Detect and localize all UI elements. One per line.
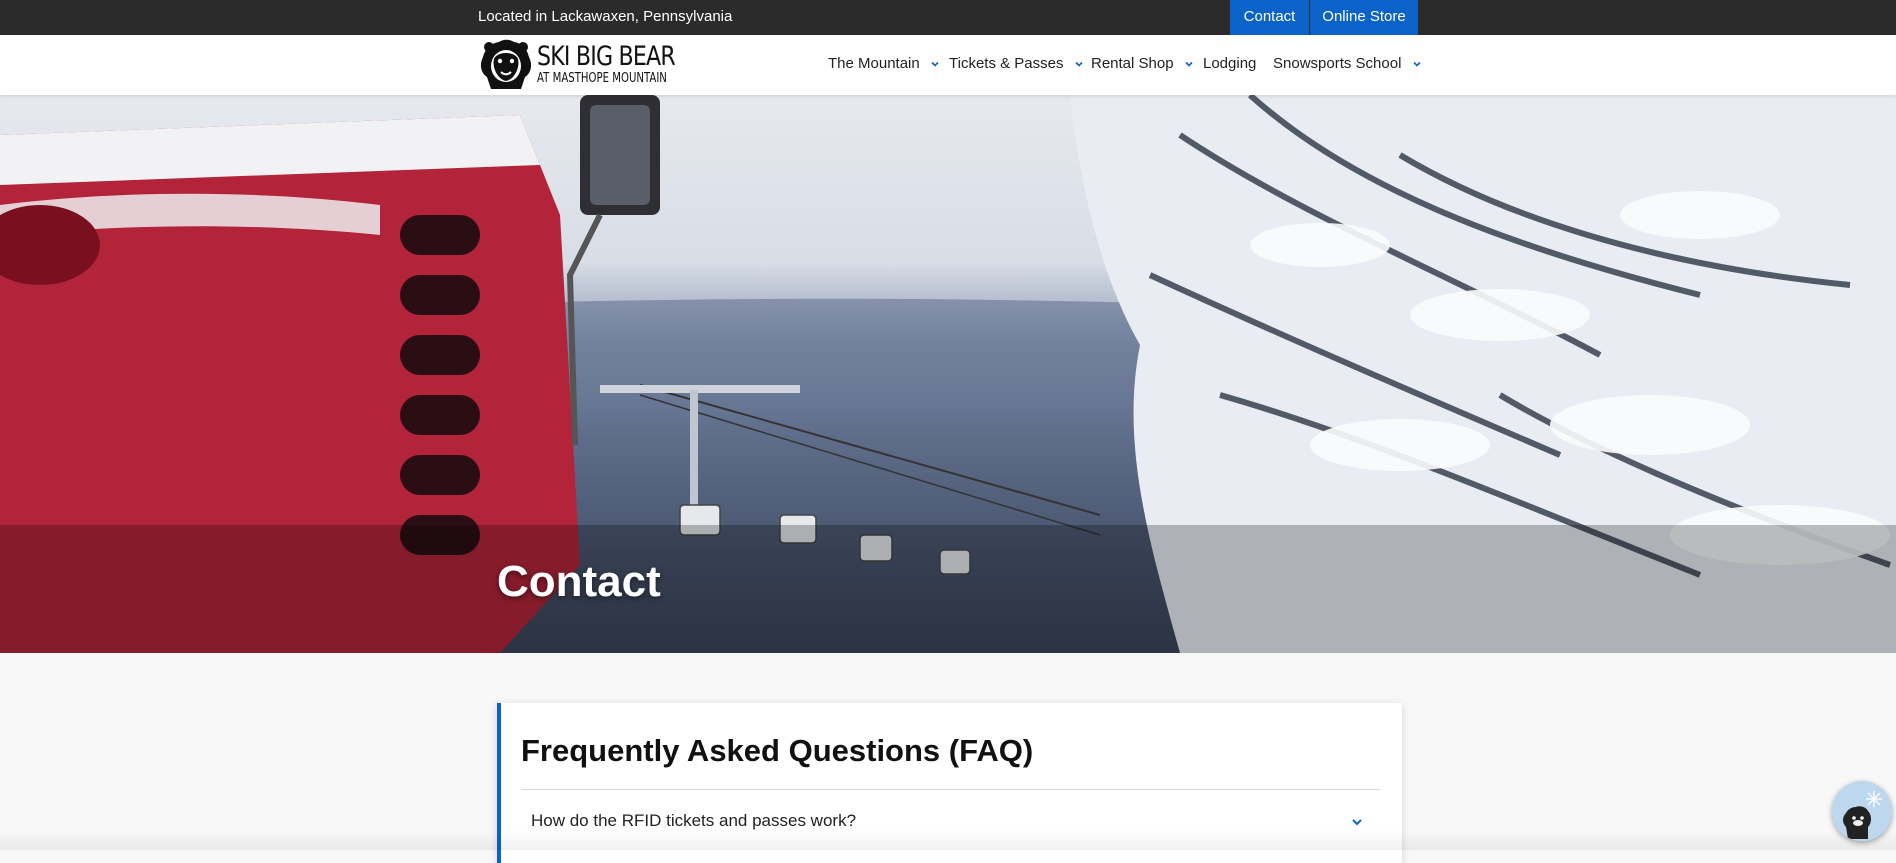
chat-widget-button[interactable]	[1832, 781, 1892, 841]
faq-item[interactable]: How do the RFID tickets and passes work?	[521, 803, 1380, 839]
nav-label: Lodging	[1203, 55, 1257, 72]
nav-item-snowsports-school[interactable]: Snowsports School	[1273, 35, 1422, 95]
chevron-down-icon	[1413, 61, 1421, 67]
chevron-down-icon	[1075, 61, 1083, 67]
top-bar: Located in Lackawaxen, Pennsylvania Cont…	[0, 0, 1896, 35]
nav-item-rental-shop[interactable]: Rental Shop	[1091, 35, 1194, 95]
location-text: Located in Lackawaxen, Pennsylvania	[478, 8, 733, 25]
nav-item-lodging[interactable]: Lodging	[1203, 35, 1256, 95]
nav-item-tickets-passes[interactable]: Tickets & Passes	[949, 35, 1084, 95]
nav-label: Rental Shop	[1091, 55, 1174, 72]
hero-banner: Contact	[0, 95, 1896, 653]
faq-question: How do the RFID tickets and passes work?	[531, 811, 857, 830]
site-logo[interactable]: SKI BIG BEAR AT MASTHOPE MOUNTAIN	[477, 39, 676, 91]
nav-item-the-mountain[interactable]: The Mountain	[828, 35, 940, 95]
nav-label: The Mountain	[828, 55, 920, 72]
chevron-down-icon	[931, 61, 939, 67]
divider	[521, 789, 1380, 790]
page-title: Contact	[497, 557, 661, 606]
logo-line1: SKI BIG BEAR	[537, 41, 676, 72]
chat-bear-icon	[1832, 781, 1892, 841]
nav-label: Tickets & Passes	[949, 55, 1064, 72]
bear-logo-icon	[480, 39, 532, 89]
nav-label: Snowsports School	[1273, 55, 1402, 72]
chevron-down-icon	[1352, 819, 1362, 826]
contact-button[interactable]: Contact	[1230, 0, 1309, 35]
hero-image	[0, 95, 1896, 653]
logo-line2: AT MASTHOPE MOUNTAIN	[537, 71, 667, 86]
faq-card: Frequently Asked Questions (FAQ) How do …	[497, 703, 1402, 863]
online-store-button[interactable]: Online Store	[1310, 0, 1418, 35]
site-header: SKI BIG BEAR AT MASTHOPE MOUNTAIN The Mo…	[0, 35, 1896, 95]
faq-heading: Frequently Asked Questions (FAQ)	[521, 733, 1034, 768]
chevron-down-icon	[1185, 61, 1193, 67]
logo-wordmark: SKI BIG BEAR AT MASTHOPE MOUNTAIN	[537, 43, 705, 86]
